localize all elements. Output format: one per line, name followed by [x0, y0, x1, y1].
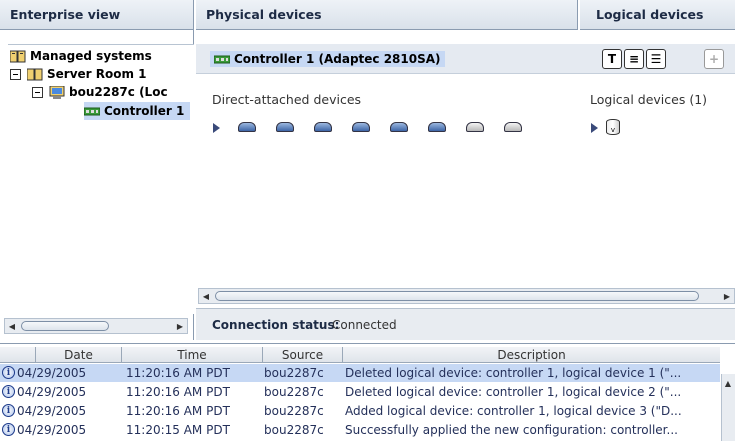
log-description: Successfully applied the new configurati… — [345, 423, 678, 437]
log-row[interactable]: i 04/29/2005 11:20:16 AM PDT bou2287c Added … — [0, 402, 720, 420]
controller-card-icon — [213, 53, 231, 66]
physical-devices-header: Physical devices — [196, 0, 578, 30]
log-source: bou2287c — [264, 385, 324, 399]
controller-card-icon — [83, 105, 101, 118]
expand-devices-icon[interactable] — [213, 123, 220, 133]
column-time[interactable]: Time — [121, 347, 262, 363]
info-icon: i — [2, 385, 15, 398]
log-time: 11:20:16 AM PDT — [126, 385, 230, 399]
connection-status-label: Connection status: — [212, 318, 340, 332]
log-date: 04/29/2005 — [17, 366, 87, 380]
disk-drive-icon[interactable] — [314, 122, 332, 132]
disk-drive-icon[interactable] — [276, 122, 294, 132]
info-icon: i — [2, 423, 15, 436]
tree-label-managed-systems: Managed systems — [30, 49, 152, 63]
logical-device-icon[interactable]: v — [606, 119, 620, 135]
log-description: Deleted logical device: controller 1, lo… — [345, 385, 682, 399]
tree-label-server: bou2287c (Loc — [69, 85, 168, 99]
connection-status-bar: Connection status: Connected — [196, 308, 735, 340]
scroll-left-icon[interactable]: ◀ — [199, 289, 213, 303]
disk-drive-icon[interactable] — [352, 122, 370, 132]
column-date[interactable]: Date — [35, 347, 121, 363]
log-time: 11:20:16 AM PDT — [126, 404, 230, 418]
enterprise-view-header: Enterprise view — [0, 0, 194, 30]
disk-drive-icon[interactable] — [466, 122, 484, 132]
devices-horizontal-scrollbar[interactable]: ◀ ▶ — [198, 288, 735, 304]
log-description: Deleted logical device: controller 1, lo… — [345, 366, 682, 380]
detail-view-button[interactable]: ☰ — [646, 49, 666, 69]
controller-bar: Controller 1 (Adaptec 2810SA) T ≡ ☰ + — [196, 44, 735, 74]
scroll-up-icon[interactable]: ▲ — [722, 376, 734, 390]
log-row[interactable]: i 04/29/2005 11:20:15 AM PDT bou2287c Succes… — [0, 421, 720, 439]
info-icon: i — [2, 404, 15, 417]
log-source: bou2287c — [264, 423, 324, 437]
tree-item-managed-systems[interactable]: Managed systems — [9, 47, 152, 65]
scroll-right-icon[interactable]: ▶ — [173, 319, 187, 333]
enterprise-tree: Managed systems Server Room 1 bou2287c (… — [8, 44, 194, 314]
scroll-thumb[interactable] — [215, 291, 699, 301]
scroll-thumb[interactable] — [21, 321, 109, 331]
controller-selection[interactable]: Controller 1 (Adaptec 2810SA) — [210, 51, 445, 67]
tree-item-controller[interactable]: Controller 1 — [83, 102, 191, 120]
tree-label-controller: Controller 1 — [104, 104, 185, 118]
collapse-toggle-icon[interactable] — [32, 86, 43, 98]
create-logical-device-button[interactable]: + — [704, 49, 724, 69]
log-row[interactable]: i 04/29/2005 11:20:16 AM PDT bou2287c Delete… — [0, 364, 720, 382]
server-room-icon — [26, 68, 43, 81]
log-header: Date Time Source Description — [0, 347, 720, 363]
tree-item-server[interactable]: bou2287c (Loc — [32, 83, 168, 101]
expand-logical-icon[interactable] — [591, 123, 598, 133]
log-source: bou2287c — [264, 366, 324, 380]
connection-status-value: Connected — [332, 318, 397, 332]
tree-item-server-room[interactable]: Server Room 1 — [10, 65, 147, 83]
tree-label-server-room: Server Room 1 — [47, 67, 147, 81]
systems-icon — [9, 50, 26, 63]
log-date: 04/29/2005 — [17, 423, 87, 437]
log-date: 04/29/2005 — [17, 404, 87, 418]
scroll-right-icon[interactable]: ▶ — [720, 289, 734, 303]
scroll-left-icon[interactable]: ◀ — [5, 319, 19, 333]
column-source[interactable]: Source — [262, 347, 342, 363]
log-time: 11:20:16 AM PDT — [126, 366, 230, 380]
disk-drive-icon[interactable] — [428, 122, 446, 132]
logical-devices-header: Logical devices — [580, 0, 735, 30]
info-icon: i — [2, 366, 15, 379]
tree-horizontal-scrollbar[interactable]: ◀ ▶ — [4, 318, 188, 334]
log-time: 11:20:15 AM PDT — [126, 423, 230, 437]
disk-drive-icon[interactable] — [504, 122, 522, 132]
controller-label: Controller 1 (Adaptec 2810SA) — [234, 52, 441, 66]
disk-drive-icon[interactable] — [390, 122, 408, 132]
event-log: Date Time Source Description i 04/29/2005… — [0, 343, 735, 441]
collapse-toggle-icon[interactable] — [10, 68, 21, 80]
list-view-button[interactable]: ≡ — [624, 49, 644, 69]
logical-devices-label: Logical devices (1) — [590, 92, 708, 107]
log-description: Added logical device: controller 1, logi… — [345, 404, 682, 418]
log-source: bou2287c — [264, 404, 324, 418]
text-view-button[interactable]: T — [602, 49, 622, 69]
log-row[interactable]: i 04/29/2005 11:20:16 AM PDT bou2287c Delete… — [0, 383, 720, 401]
log-vertical-scrollbar[interactable]: ▲ — [721, 374, 735, 441]
column-description[interactable]: Description — [342, 347, 720, 363]
disk-drive-icon[interactable] — [238, 122, 256, 132]
server-icon — [49, 85, 65, 99]
log-date: 04/29/2005 — [17, 385, 87, 399]
direct-attached-label: Direct-attached devices — [212, 92, 362, 107]
